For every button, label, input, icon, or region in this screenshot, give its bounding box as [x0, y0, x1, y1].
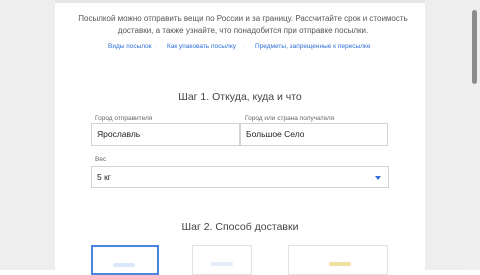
- link-how-to-pack[interactable]: Как упаковать посылку: [167, 43, 236, 50]
- delivery-option-icon: [329, 262, 351, 266]
- delivery-option-icon: [211, 262, 233, 266]
- sender-city-label: Город отправителя: [95, 115, 153, 122]
- step-2-title: Шаг 2. Способ доставки: [181, 221, 299, 233]
- weight-label: Вес: [95, 156, 107, 163]
- link-prohibited-items[interactable]: Предметы, запрещенные к пересылке: [255, 43, 370, 50]
- delivery-option-card[interactable]: [91, 245, 159, 275]
- intro-text: Посылкой можно отправить вещи по России …: [78, 14, 408, 35]
- recipient-city-label: Город или страна получателя: [245, 115, 335, 122]
- weight-select[interactable]: 5 кг: [91, 166, 389, 188]
- recipient-city-input[interactable]: Большое Село: [240, 123, 388, 146]
- link-separator: ·: [243, 43, 246, 50]
- delivery-option-card[interactable]: [192, 245, 252, 275]
- top-divider: [55, 0, 425, 3]
- left-margin: [0, 0, 55, 270]
- delivery-option-card[interactable]: [288, 245, 388, 275]
- delivery-option-icon: [113, 263, 135, 267]
- chevron-down-icon[interactable]: [375, 176, 381, 180]
- link-parcel-types[interactable]: Виды посылок: [108, 43, 152, 50]
- scrollbar-thumb[interactable]: [472, 10, 477, 84]
- sender-city-input[interactable]: Ярославль: [91, 123, 240, 146]
- step-1-title: Шаг 1. Откуда, куда и что: [178, 91, 302, 103]
- link-separator: ·: [155, 43, 158, 50]
- info-links: Виды посылок · Как упаковать посылку · П…: [80, 43, 405, 55]
